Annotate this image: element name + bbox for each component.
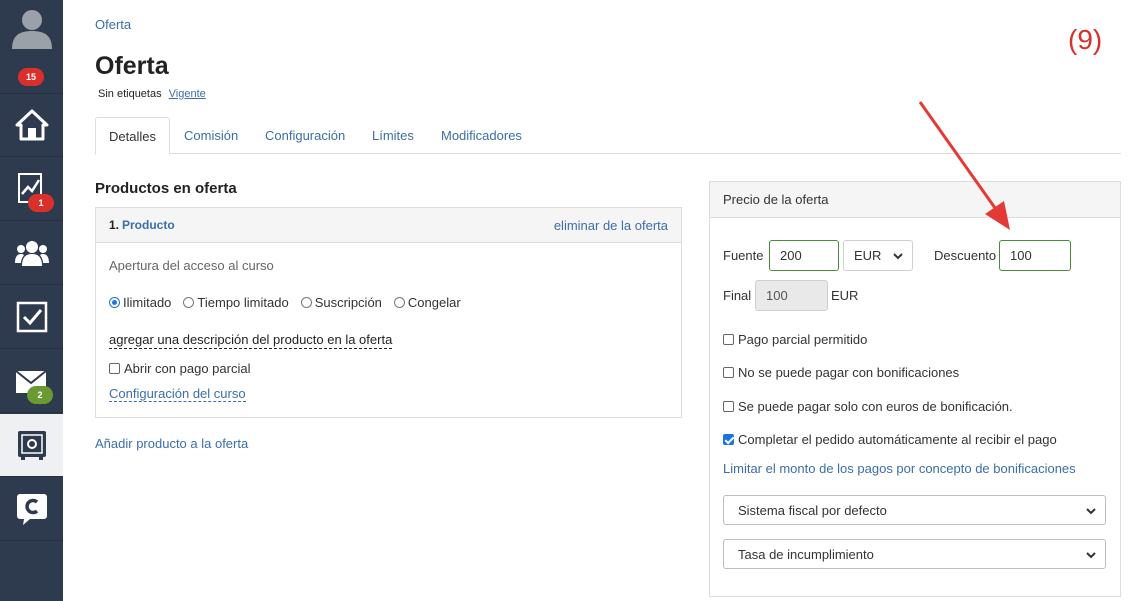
- final-currency: EUR: [831, 288, 859, 303]
- price-panel-title: Precio de la oferta: [710, 182, 1120, 218]
- tag-line: Sin etiquetas Vigente: [98, 88, 206, 100]
- discount-input[interactable]: 100: [999, 240, 1071, 271]
- access-label: Apertura del acceso al curso: [109, 258, 274, 273]
- radio-label: Suscripción: [314, 295, 382, 310]
- sidebar-item-users[interactable]: [0, 222, 63, 285]
- bonus-limit-link[interactable]: Limitar el monto de los pagos por concep…: [723, 461, 1076, 476]
- products-section-title: Productos en oferta: [95, 180, 237, 197]
- step-annotation: (9): [1068, 24, 1103, 55]
- option-partial-payment[interactable]: Pago parcial permitido: [723, 332, 867, 347]
- course-settings-link[interactable]: Configuración del curso: [109, 386, 246, 402]
- sidebar: 15 1 2: [0, 0, 63, 601]
- tab-limits[interactable]: Límites: [372, 117, 414, 154]
- option-label: No se puede pagar con bonificaciones: [738, 365, 960, 380]
- checkbox-checked-icon: [723, 434, 734, 445]
- access-options: Ilimitado Tiempo limitado Suscripción Co…: [109, 295, 473, 310]
- tax-system-select[interactable]: Sistema fiscal por defecto: [723, 495, 1106, 525]
- product-number: 1.: [109, 218, 120, 232]
- option-no-bonus[interactable]: No se puede pagar con bonificaciones: [723, 365, 959, 380]
- home-icon: [15, 109, 48, 141]
- chevron-down-icon: [893, 253, 903, 260]
- checkbox-icon: [723, 367, 734, 378]
- option-label: Completar el pedido automáticamente al r…: [738, 432, 1057, 447]
- currency-value: EUR: [854, 248, 882, 263]
- radio-label: Congelar: [407, 295, 461, 310]
- add-description-link[interactable]: agregar una descripción del producto en …: [109, 332, 393, 349]
- add-product-link[interactable]: Añadir producto a la oferta: [95, 436, 248, 451]
- status-link[interactable]: Vigente: [169, 88, 206, 100]
- option-bonus-only[interactable]: Se puede pagar solo con euros de bonific…: [723, 399, 1013, 414]
- radio-icon: [393, 297, 405, 308]
- remove-product-link[interactable]: eliminar de la oferta: [554, 218, 668, 233]
- users-group-icon: [14, 241, 49, 266]
- notification-badge: 15: [18, 68, 44, 86]
- radio-unlimited[interactable]: Ilimitado: [109, 295, 171, 310]
- partial-payment-checkbox[interactable]: Abrir con pago parcial: [109, 361, 250, 376]
- sidebar-item-tasks[interactable]: [0, 286, 63, 349]
- chevron-down-icon: [1086, 508, 1096, 515]
- checkbox-task-icon: [16, 301, 47, 333]
- tab-bar: Detalles Comisión Configuración Límites …: [95, 117, 1121, 155]
- radio-freeze[interactable]: Congelar: [393, 295, 461, 310]
- tab-details[interactable]: Detalles: [95, 117, 170, 155]
- page-title: Oferta: [95, 52, 169, 80]
- chat-c-icon: [16, 494, 47, 525]
- user-avatar-icon: [12, 10, 52, 49]
- tax-system-value: Sistema fiscal por defecto: [738, 503, 887, 518]
- product-card: 1. Producto eliminar de la oferta Apertu…: [95, 207, 682, 418]
- sidebar-item-messages[interactable]: 2: [0, 350, 63, 413]
- checkbox-icon: [723, 334, 734, 345]
- checkbox-icon: [723, 401, 734, 412]
- radio-icon: [183, 297, 195, 308]
- partial-payment-label: Abrir con pago parcial: [124, 361, 251, 376]
- radio-checked-icon: [109, 297, 120, 308]
- source-label: Fuente: [723, 248, 764, 263]
- sales-badge: 1: [28, 194, 54, 212]
- radio-icon: [300, 297, 312, 308]
- currency-select[interactable]: EUR: [843, 240, 913, 271]
- discount-label: Descuento: [934, 248, 997, 263]
- product-name-link[interactable]: Producto: [122, 218, 175, 232]
- messages-badge: 2: [27, 386, 53, 404]
- sidebar-item-profile[interactable]: 15: [0, 0, 63, 94]
- default-rate-select[interactable]: Tasa de incumplimiento: [723, 539, 1106, 569]
- tab-configuration[interactable]: Configuración: [265, 117, 345, 154]
- price-panel: Precio de la oferta Fuente 200 EUR Descu…: [709, 181, 1121, 597]
- sidebar-item-offers[interactable]: [0, 414, 63, 477]
- sidebar-item-home[interactable]: [0, 94, 63, 157]
- radio-label: Ilimitado: [123, 295, 172, 310]
- tags-label: Sin etiquetas: [98, 88, 162, 100]
- option-auto-complete[interactable]: Completar el pedido automáticamente al r…: [723, 432, 1057, 447]
- radio-subscription[interactable]: Suscripción: [300, 295, 382, 310]
- chevron-down-icon: [1086, 552, 1096, 559]
- sidebar-item-sales[interactable]: 1: [0, 158, 63, 221]
- breadcrumb[interactable]: Oferta: [95, 17, 131, 32]
- safe-icon: [17, 431, 46, 460]
- tab-modifiers[interactable]: Modificadores: [441, 117, 522, 154]
- radio-label: Tiempo limitado: [197, 295, 289, 310]
- radio-limited-time[interactable]: Tiempo limitado: [183, 295, 289, 310]
- default-rate-value: Tasa de incumplimiento: [738, 547, 874, 562]
- checkbox-icon: [109, 363, 120, 374]
- product-header: 1. Producto eliminar de la oferta: [96, 208, 681, 243]
- final-label: Final: [723, 288, 752, 303]
- source-price-input[interactable]: 200: [769, 240, 839, 271]
- final-price-input: 100: [755, 280, 828, 311]
- sidebar-item-chat[interactable]: [0, 478, 63, 541]
- option-label: Se puede pagar solo con euros de bonific…: [738, 399, 1013, 414]
- option-label: Pago parcial permitido: [738, 332, 868, 347]
- tab-commission[interactable]: Comisión: [184, 117, 238, 154]
